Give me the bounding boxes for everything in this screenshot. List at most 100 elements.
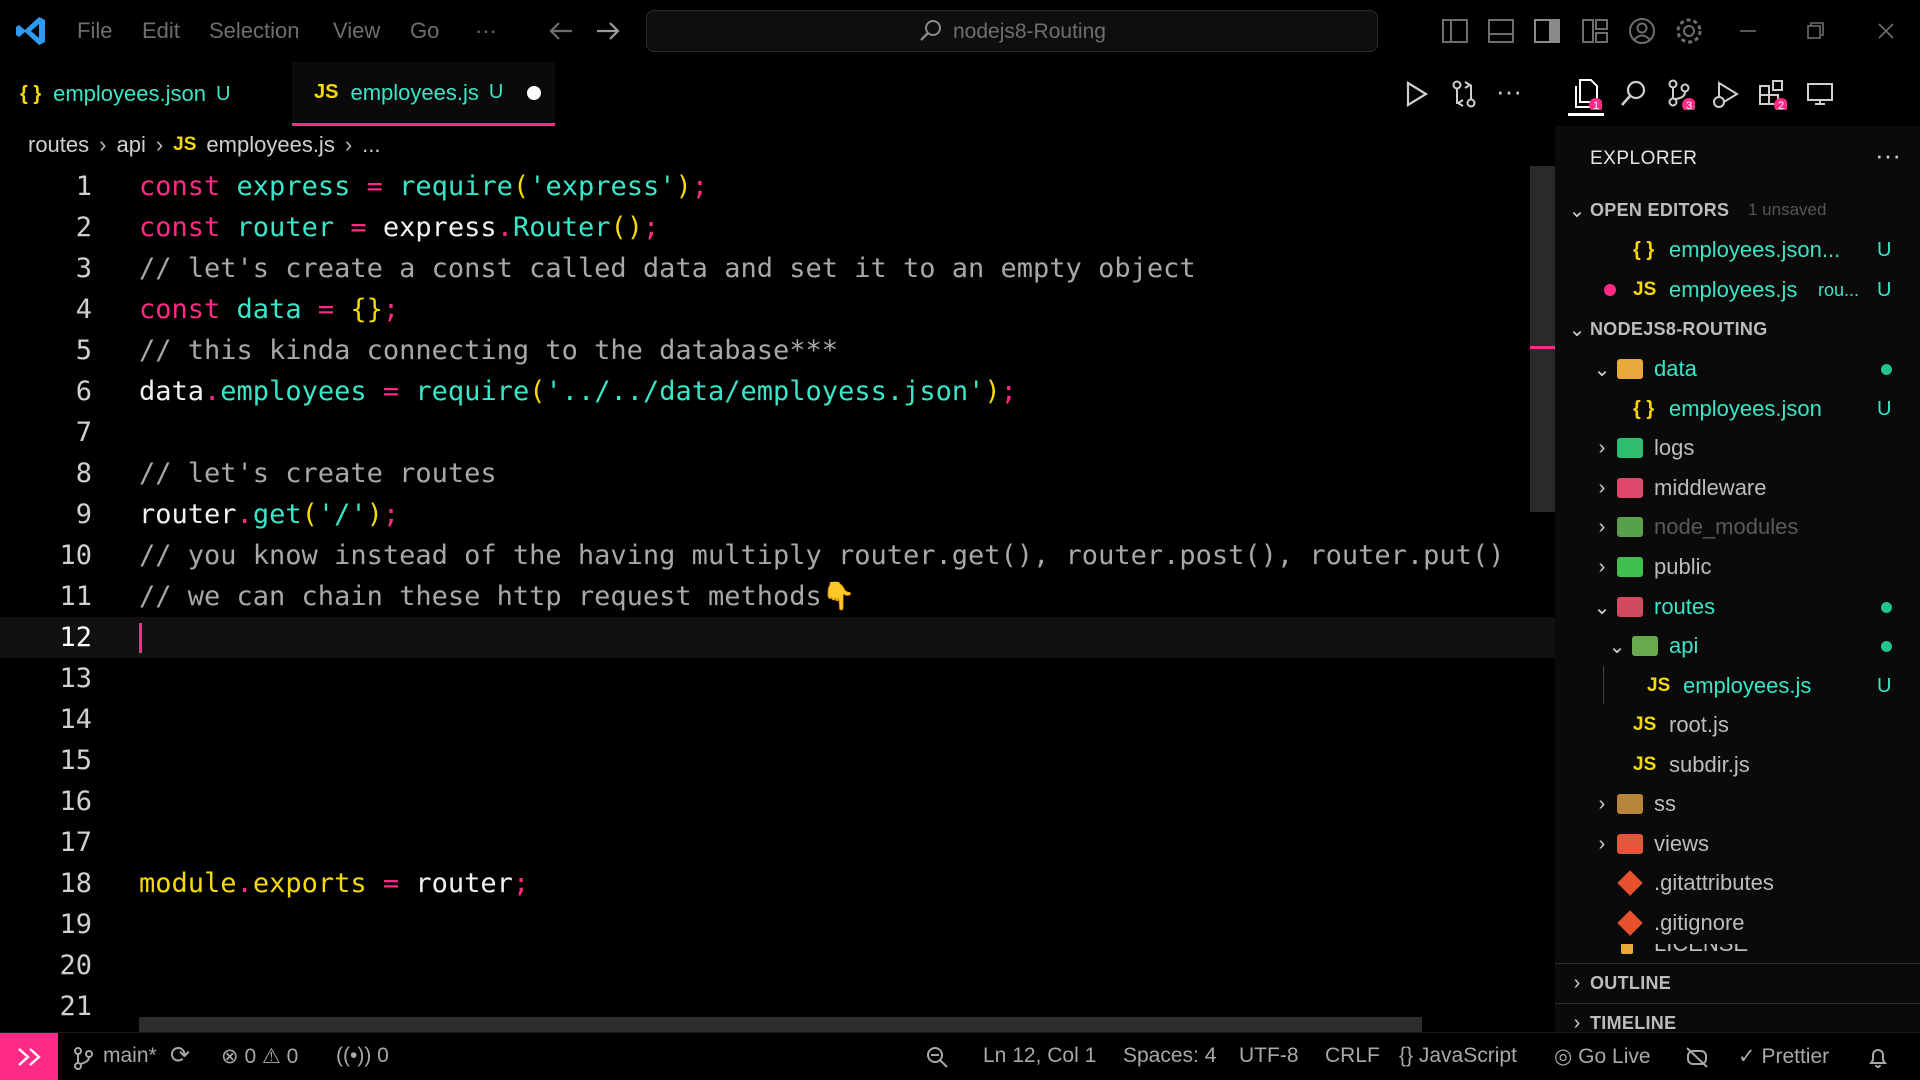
code-line[interactable]: 9 router.get('/'); — [0, 494, 1555, 535]
tab-employees-json[interactable]: { } employees.json U — [20, 62, 282, 126]
current-code-line[interactable]: 12 — [0, 617, 1555, 658]
settings-gear-icon[interactable] — [1674, 16, 1704, 46]
file-employees-json[interactable]: { } employees.json U — [1555, 389, 1920, 429]
project-header[interactable]: ⌄ NODEJS8-ROUTING — [1555, 309, 1920, 349]
menu-go[interactable]: Go — [410, 18, 439, 44]
prettier-button[interactable]: ✓ Prettier — [1738, 1044, 1829, 1069]
folder-data[interactable]: ⌄ data — [1555, 349, 1920, 389]
problems-indicator[interactable]: ⊗ 0 ⚠ 0 — [221, 1044, 298, 1069]
go-live-button[interactable]: ◎ Go Live — [1554, 1044, 1651, 1069]
open-editor-item[interactable]: JS employees.js rou... U — [1555, 270, 1920, 310]
folder-ss[interactable]: › ss — [1555, 784, 1920, 824]
sync-icon[interactable]: ⟳ — [170, 1041, 190, 1070]
restore-icon[interactable] — [1800, 16, 1830, 46]
more-actions-icon[interactable]: ··· — [1496, 76, 1522, 107]
unsaved-dot-icon[interactable] — [527, 85, 542, 100]
breadcrumb-symbols[interactable]: ... — [362, 132, 380, 158]
tab-employees-js[interactable]: JS employees.js U — [292, 62, 555, 126]
cursor-position[interactable]: Ln 12, Col 1 — [983, 1044, 1096, 1068]
breadcrumb-routes[interactable]: routes — [28, 132, 89, 158]
remote-indicator[interactable] — [0, 1033, 58, 1080]
code-line[interactable]: 16 — [0, 781, 1555, 822]
vertical-scrollbar[interactable] — [1530, 166, 1555, 512]
remote-explorer-icon[interactable] — [1805, 78, 1835, 110]
command-center-search[interactable]: nodejs8-Routing — [646, 10, 1378, 52]
breadcrumb-api[interactable]: api — [116, 132, 145, 158]
code-line[interactable]: 19 — [0, 904, 1555, 945]
license-icon — [1621, 944, 1633, 954]
code-editor[interactable]: 1 const express = require('express'); 2 co… — [0, 166, 1555, 1032]
menu-more[interactable]: ··· — [475, 18, 497, 44]
code-line[interactable]: 4 const data = {}; — [0, 289, 1555, 330]
file-gitignore[interactable]: .gitignore — [1555, 903, 1920, 943]
code-line[interactable]: 1 const express = require('express'); — [0, 166, 1555, 207]
outline-header[interactable]: › OUTLINE — [1555, 963, 1920, 1003]
breadcrumb-file[interactable]: employees.js — [206, 132, 334, 158]
folder-api[interactable]: ⌄ api — [1555, 626, 1920, 666]
customize-layout-icon[interactable] — [1580, 16, 1610, 46]
encoding[interactable]: UTF-8 — [1239, 1044, 1299, 1068]
code-line[interactable]: 11// we can chain these http request met… — [0, 576, 1555, 617]
minimize-icon[interactable] — [1733, 16, 1763, 46]
timeline-header[interactable]: › TIMELINE — [1555, 1003, 1920, 1032]
extensions-icon[interactable]: 2 — [1757, 78, 1787, 110]
vscode-logo-icon — [16, 17, 45, 45]
code-line[interactable]: 10// you know instead of the having mult… — [0, 535, 1555, 576]
code-line[interactable]: 20 — [0, 945, 1555, 986]
file-root-js[interactable]: JS root.js — [1555, 705, 1920, 745]
source-control-icon[interactable]: 3 — [1665, 78, 1695, 110]
file-subdir-js[interactable]: JS subdir.js — [1555, 745, 1920, 785]
code-line[interactable]: 5// this kinda connecting to the databas… — [0, 330, 1555, 371]
account-icon[interactable] — [1627, 16, 1657, 46]
line-number: 19 — [59, 909, 92, 940]
code-line[interactable]: 15 — [0, 740, 1555, 781]
menu-selection[interactable]: Selection — [209, 18, 300, 44]
code-line[interactable]: 14 — [0, 699, 1555, 740]
menu-view[interactable]: View — [333, 18, 380, 44]
ports-indicator[interactable]: ((•)) 0 — [336, 1044, 389, 1068]
back-arrow-icon[interactable] — [546, 16, 576, 46]
folder-views[interactable]: › views — [1555, 824, 1920, 864]
folder-logs[interactable]: › logs — [1555, 428, 1920, 468]
run-debug-icon[interactable] — [1711, 78, 1741, 110]
zoom-icon[interactable] — [925, 1045, 949, 1069]
menu-file[interactable]: File — [77, 18, 112, 44]
file-license-clipped[interactable]: LICENSE — [1555, 944, 1920, 958]
open-editor-item[interactable]: { } employees.json... U — [1555, 230, 1920, 270]
file-employees-js[interactable]: JS employees.js U — [1555, 666, 1920, 706]
unsaved-dot-icon[interactable] — [1604, 284, 1616, 296]
code-line[interactable]: 8// let's create routes — [0, 453, 1555, 494]
file-gitattributes[interactable]: .gitattributes — [1555, 863, 1920, 903]
run-icon[interactable] — [1402, 78, 1430, 110]
open-editors-header[interactable]: ⌄ OPEN EDITORS 1 unsaved — [1555, 190, 1920, 230]
line-ending[interactable]: CRLF — [1325, 1044, 1380, 1068]
folder-node-modules[interactable]: › node_modules — [1555, 507, 1920, 547]
code-line[interactable]: 13 — [0, 658, 1555, 699]
line-number: 17 — [59, 827, 92, 858]
code-line[interactable]: 6 data.employees = require('../../data/em… — [0, 371, 1555, 412]
branch-name[interactable]: main* — [103, 1044, 157, 1068]
folder-public[interactable]: › public — [1555, 547, 1920, 587]
toggle-panel-icon[interactable] — [1486, 16, 1516, 46]
code-line[interactable]: 3// let's create a const called data and… — [0, 248, 1555, 289]
code-line[interactable]: 2 const router = express.Router(); — [0, 207, 1555, 248]
toggle-primary-sidebar-icon[interactable] — [1440, 16, 1470, 46]
language-mode[interactable]: {} JavaScript — [1399, 1044, 1517, 1068]
notifications-bell-icon[interactable] — [1866, 1045, 1890, 1069]
code-line[interactable]: 7 — [0, 412, 1555, 453]
indentation[interactable]: Spaces: 4 — [1123, 1044, 1216, 1068]
explorer-icon[interactable]: 1 — [1572, 78, 1602, 110]
menu-edit[interactable]: Edit — [142, 18, 180, 44]
code-line[interactable]: 17 — [0, 822, 1555, 863]
copilot-disabled-icon[interactable] — [1684, 1045, 1710, 1069]
toggle-secondary-sidebar-icon[interactable] — [1532, 16, 1562, 46]
close-window-icon[interactable] — [1871, 16, 1901, 46]
folder-middleware[interactable]: › middleware — [1555, 468, 1920, 508]
explorer-more-icon[interactable]: ··· — [1875, 140, 1901, 171]
code-line[interactable]: 18 module.exports = router; — [0, 863, 1555, 904]
git-compare-icon[interactable] — [1449, 78, 1479, 110]
line-number: 1 — [75, 171, 92, 202]
folder-routes[interactable]: ⌄ routes — [1555, 587, 1920, 627]
forward-arrow-icon[interactable] — [593, 16, 623, 46]
search-view-icon[interactable] — [1619, 78, 1649, 110]
